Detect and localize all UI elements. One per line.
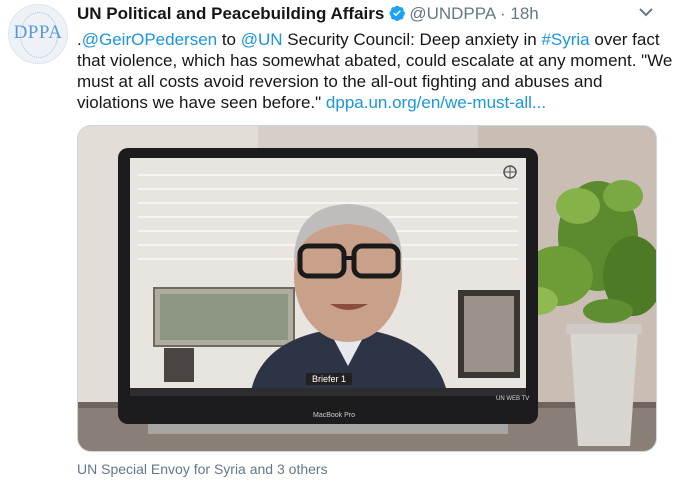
mention-geiropedersen[interactable]: @GeirOPedersen (82, 30, 217, 49)
article-link[interactable]: dppa.un.org/en/we-must-all... (326, 93, 546, 112)
verified-badge-icon (388, 4, 406, 27)
mention-un[interactable]: @UN (241, 30, 283, 49)
chevron-down-icon[interactable] (636, 4, 656, 20)
name-tag: Briefer 1 (306, 373, 353, 385)
tweet-media-image[interactable]: Briefer 1 UN WEB TV MacBook Pro (77, 125, 657, 452)
text-to: to (217, 30, 241, 49)
avatar[interactable]: DPPA (8, 4, 68, 64)
laptop-brand: MacBook Pro (313, 412, 356, 419)
tagged-people[interactable]: UN Special Envoy for Syria and 3 others (77, 461, 328, 477)
avatar-logo-text: DPPA (13, 22, 63, 43)
author-name[interactable]: UN Political and Peacebuilding Affairs (77, 4, 384, 23)
tweet-header: UN Political and Peacebuilding Affairs @U… (77, 4, 539, 27)
author-handle[interactable]: @UNDPPA (409, 4, 495, 23)
tweet-timestamp[interactable]: 18h (510, 4, 538, 23)
un-emblem-icon (503, 165, 517, 179)
text-part1: Security Council: Deep anxiety in (282, 30, 542, 49)
tweet-text: .@GeirOPedersen to @UN Security Council:… (77, 29, 673, 113)
separator-dot: · (499, 4, 506, 23)
hashtag-syria[interactable]: #Syria (541, 30, 589, 49)
tv-label: UN WEB TV (496, 396, 530, 402)
